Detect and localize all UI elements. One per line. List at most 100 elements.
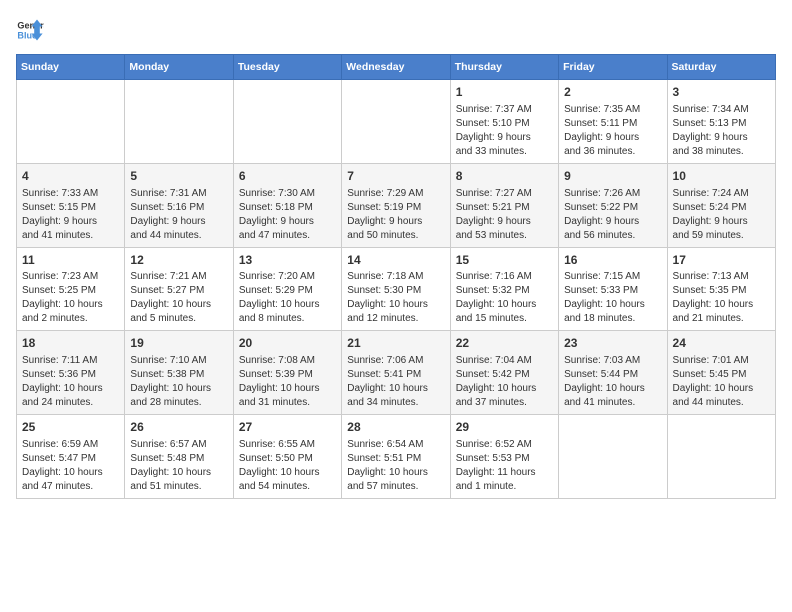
day-number: 10 [673, 168, 770, 185]
day-info: Sunrise: 7:15 AM Sunset: 5:33 PM Dayligh… [564, 270, 661, 326]
logo: General Blue [16, 16, 44, 44]
day-number: 6 [239, 168, 336, 185]
day-info: Sunrise: 6:57 AM Sunset: 5:48 PM Dayligh… [130, 438, 227, 494]
calendar-cell [233, 80, 341, 164]
calendar-cell: 18 Sunrise: 7:11 AM Sunset: 5:36 PM Dayli… [17, 331, 125, 415]
day-number: 22 [456, 335, 553, 352]
calendar-cell: 3 Sunrise: 7:34 AM Sunset: 5:13 PM Daylig… [667, 80, 775, 164]
day-number: 20 [239, 335, 336, 352]
calendar-cell: 7 Sunrise: 7:29 AM Sunset: 5:19 PM Daylig… [342, 163, 450, 247]
calendar-cell: 28 Sunrise: 6:54 AM Sunset: 5:51 PM Dayli… [342, 415, 450, 499]
day-info: Sunrise: 7:23 AM Sunset: 5:25 PM Dayligh… [22, 270, 119, 326]
calendar-cell: 26 Sunrise: 6:57 AM Sunset: 5:48 PM Dayli… [125, 415, 233, 499]
weekday-header-thursday: Thursday [450, 55, 558, 80]
day-number: 18 [22, 335, 119, 352]
day-info: Sunrise: 7:26 AM Sunset: 5:22 PM Dayligh… [564, 187, 661, 243]
day-number: 25 [22, 419, 119, 436]
calendar-header: SundayMondayTuesdayWednesdayThursdayFrid… [17, 55, 776, 80]
day-info: Sunrise: 7:11 AM Sunset: 5:36 PM Dayligh… [22, 354, 119, 410]
calendar-week-1: 1 Sunrise: 7:37 AM Sunset: 5:10 PM Daylig… [17, 80, 776, 164]
day-info: Sunrise: 7:08 AM Sunset: 5:39 PM Dayligh… [239, 354, 336, 410]
day-info: Sunrise: 7:29 AM Sunset: 5:19 PM Dayligh… [347, 187, 444, 243]
day-info: Sunrise: 7:33 AM Sunset: 5:15 PM Dayligh… [22, 187, 119, 243]
calendar-cell: 1 Sunrise: 7:37 AM Sunset: 5:10 PM Daylig… [450, 80, 558, 164]
header: General Blue [16, 16, 776, 44]
day-number: 4 [22, 168, 119, 185]
day-number: 29 [456, 419, 553, 436]
day-info: Sunrise: 7:01 AM Sunset: 5:45 PM Dayligh… [673, 354, 770, 410]
day-info: Sunrise: 7:34 AM Sunset: 5:13 PM Dayligh… [673, 103, 770, 159]
day-number: 5 [130, 168, 227, 185]
day-number: 11 [22, 252, 119, 269]
calendar-cell: 19Sunrise: 7:10 AM Sunset: 5:38 PM Dayli… [125, 331, 233, 415]
logo-icon: General Blue [16, 16, 44, 44]
calendar-cell: 16Sunrise: 7:15 AM Sunset: 5:33 PM Dayli… [559, 247, 667, 331]
calendar-cell: 6 Sunrise: 7:30 AM Sunset: 5:18 PM Daylig… [233, 163, 341, 247]
calendar-cell: 21 Sunrise: 7:06 AM Sunset: 5:41 PM Dayli… [342, 331, 450, 415]
day-info: Sunrise: 7:31 AM Sunset: 5:16 PM Dayligh… [130, 187, 227, 243]
calendar-cell [125, 80, 233, 164]
weekday-header-wednesday: Wednesday [342, 55, 450, 80]
calendar-cell [559, 415, 667, 499]
day-number: 12 [130, 252, 227, 269]
day-number: 17 [673, 252, 770, 269]
calendar-cell: 20 Sunrise: 7:08 AM Sunset: 5:39 PM Dayli… [233, 331, 341, 415]
calendar-week-4: 18 Sunrise: 7:11 AM Sunset: 5:36 PM Dayli… [17, 331, 776, 415]
calendar-cell: 22Sunrise: 7:04 AM Sunset: 5:42 PM Dayli… [450, 331, 558, 415]
calendar-cell: 15Sunrise: 7:16 AM Sunset: 5:32 PM Dayli… [450, 247, 558, 331]
calendar-cell [17, 80, 125, 164]
calendar-cell: 9 Sunrise: 7:26 AM Sunset: 5:22 PM Daylig… [559, 163, 667, 247]
calendar-week-3: 11Sunrise: 7:23 AM Sunset: 5:25 PM Dayli… [17, 247, 776, 331]
day-number: 26 [130, 419, 227, 436]
calendar-cell: 2Sunrise: 7:35 AM Sunset: 5:11 PM Daylig… [559, 80, 667, 164]
calendar: SundayMondayTuesdayWednesdayThursdayFrid… [16, 54, 776, 499]
day-number: 19 [130, 335, 227, 352]
weekday-header-tuesday: Tuesday [233, 55, 341, 80]
weekday-header-saturday: Saturday [667, 55, 775, 80]
day-info: Sunrise: 7:13 AM Sunset: 5:35 PM Dayligh… [673, 270, 770, 326]
day-number: 3 [673, 84, 770, 101]
calendar-cell: 29 Sunrise: 6:52 AM Sunset: 5:53 PM Dayli… [450, 415, 558, 499]
day-number: 21 [347, 335, 444, 352]
day-info: Sunrise: 7:06 AM Sunset: 5:41 PM Dayligh… [347, 354, 444, 410]
day-number: 13 [239, 252, 336, 269]
day-info: Sunrise: 7:30 AM Sunset: 5:18 PM Dayligh… [239, 187, 336, 243]
calendar-cell: 4 Sunrise: 7:33 AM Sunset: 5:15 PM Daylig… [17, 163, 125, 247]
day-number: 15 [456, 252, 553, 269]
weekday-header-friday: Friday [559, 55, 667, 80]
day-info: Sunrise: 7:24 AM Sunset: 5:24 PM Dayligh… [673, 187, 770, 243]
day-info: Sunrise: 7:20 AM Sunset: 5:29 PM Dayligh… [239, 270, 336, 326]
calendar-cell: 13Sunrise: 7:20 AM Sunset: 5:29 PM Dayli… [233, 247, 341, 331]
day-info: Sunrise: 7:18 AM Sunset: 5:30 PM Dayligh… [347, 270, 444, 326]
day-number: 1 [456, 84, 553, 101]
day-number: 7 [347, 168, 444, 185]
day-number: 8 [456, 168, 553, 185]
calendar-cell: 24 Sunrise: 7:01 AM Sunset: 5:45 PM Dayli… [667, 331, 775, 415]
calendar-cell: 5 Sunrise: 7:31 AM Sunset: 5:16 PM Daylig… [125, 163, 233, 247]
day-info: Sunrise: 7:03 AM Sunset: 5:44 PM Dayligh… [564, 354, 661, 410]
calendar-cell: 11Sunrise: 7:23 AM Sunset: 5:25 PM Dayli… [17, 247, 125, 331]
day-number: 27 [239, 419, 336, 436]
calendar-cell: 12Sunrise: 7:21 AM Sunset: 5:27 PM Dayli… [125, 247, 233, 331]
calendar-week-5: 25 Sunrise: 6:59 AM Sunset: 5:47 PM Dayli… [17, 415, 776, 499]
day-info: Sunrise: 6:55 AM Sunset: 5:50 PM Dayligh… [239, 438, 336, 494]
day-info: Sunrise: 7:27 AM Sunset: 5:21 PM Dayligh… [456, 187, 553, 243]
day-info: Sunrise: 6:59 AM Sunset: 5:47 PM Dayligh… [22, 438, 119, 494]
calendar-cell: 14Sunrise: 7:18 AM Sunset: 5:30 PM Dayli… [342, 247, 450, 331]
day-number: 28 [347, 419, 444, 436]
day-info: Sunrise: 6:54 AM Sunset: 5:51 PM Dayligh… [347, 438, 444, 494]
day-info: Sunrise: 7:37 AM Sunset: 5:10 PM Dayligh… [456, 103, 553, 159]
calendar-cell: 25 Sunrise: 6:59 AM Sunset: 5:47 PM Dayli… [17, 415, 125, 499]
day-number: 24 [673, 335, 770, 352]
weekday-header-monday: Monday [125, 55, 233, 80]
calendar-cell: 17Sunrise: 7:13 AM Sunset: 5:35 PM Dayli… [667, 247, 775, 331]
day-number: 14 [347, 252, 444, 269]
calendar-cell: 23Sunrise: 7:03 AM Sunset: 5:44 PM Dayli… [559, 331, 667, 415]
day-info: Sunrise: 7:35 AM Sunset: 5:11 PM Dayligh… [564, 103, 661, 159]
day-info: Sunrise: 7:21 AM Sunset: 5:27 PM Dayligh… [130, 270, 227, 326]
day-info: Sunrise: 6:52 AM Sunset: 5:53 PM Dayligh… [456, 438, 553, 494]
day-number: 16 [564, 252, 661, 269]
calendar-cell: 8 Sunrise: 7:27 AM Sunset: 5:21 PM Daylig… [450, 163, 558, 247]
weekday-header-sunday: Sunday [17, 55, 125, 80]
day-number: 9 [564, 168, 661, 185]
